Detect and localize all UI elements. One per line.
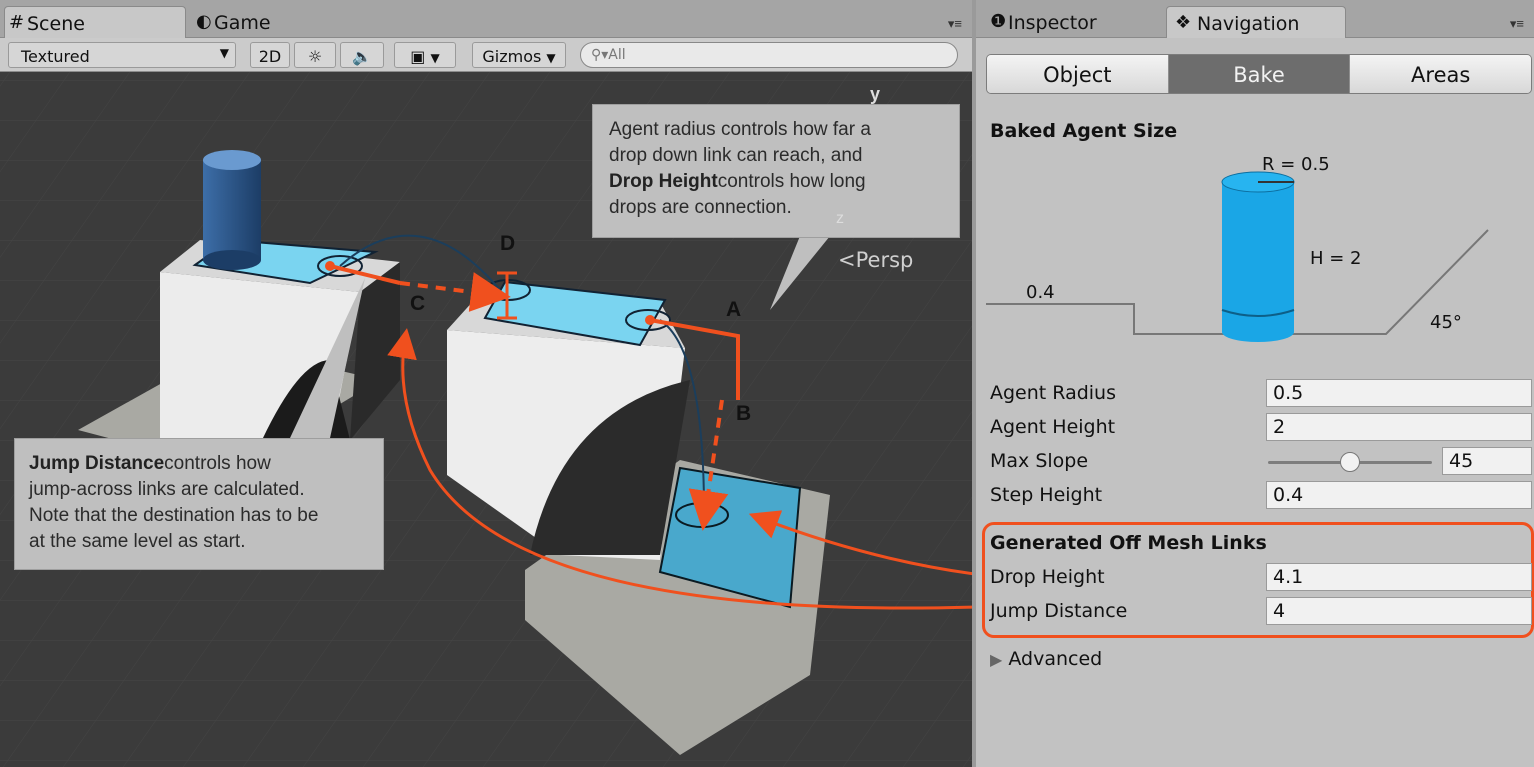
tab-inspector-label: Inspector (1008, 12, 1097, 34)
persp-arrow-icon: < (838, 248, 856, 272)
audio-toggle-button[interactable]: 🔈 (340, 42, 384, 68)
dropdown-arrow-icon: ▼ (430, 51, 440, 65)
diagram-agent-body (1222, 182, 1294, 332)
inspector-tabbar: ❶ Inspector ❖ Navigation ▾≡ (976, 0, 1534, 38)
draw-mode-label: Textured (21, 47, 90, 66)
effects-dropdown[interactable]: ▣ ▼ (394, 42, 456, 68)
generated-links-title: Generated Off Mesh Links (990, 532, 1267, 554)
label-b: B (736, 402, 752, 425)
callout-line: Agent radius controls how far a (609, 119, 871, 140)
tab-scene-label: Scene (27, 13, 85, 35)
sun-icon: ☼ (307, 47, 323, 66)
tab-navigation[interactable]: ❖ Navigation (1166, 6, 1346, 38)
label-c: C (410, 292, 426, 315)
baked-agent-size-title: Baked Agent Size (990, 120, 1178, 142)
tab-inspector[interactable]: ❶ Inspector (986, 6, 1156, 38)
agent-radius-callout: Agent radius controls how far a drop dow… (592, 104, 960, 238)
callout-line: Note that the destination has to be (29, 505, 319, 526)
scene-tabbar: # Scene ◐ Game ▾≡ (0, 0, 972, 38)
info-icon: ❶ (990, 11, 1007, 32)
image-icon: ▣ (410, 47, 426, 66)
agent-cylinder-top (203, 150, 261, 170)
jump-distance-callout: Jump Distancecontrols how jump-across li… (14, 438, 384, 570)
search-placeholder: All (608, 47, 626, 63)
callout-line: at the same level as start. (29, 531, 246, 552)
tab-game[interactable]: ◐ Game (192, 6, 332, 38)
diagram-step-label: 0.4 (1026, 282, 1055, 303)
scene-viewport[interactable]: Agent radius controls how far a drop dow… (0, 72, 972, 767)
toggle-2d-label: 2D (258, 47, 282, 66)
scene-toolbar: Textured ▼ 2D ☼ 🔈 ▣ ▼ Gizmos ▼ ⚲▾All (0, 38, 972, 72)
segment-areas[interactable]: Areas (1350, 55, 1531, 93)
speaker-icon: 🔈 (352, 47, 372, 66)
jump-start-dot (325, 261, 335, 271)
gizmos-dropdown[interactable]: Gizmos ▼ (472, 42, 566, 68)
tab-menu-icon[interactable]: ▾≡ (1510, 16, 1524, 32)
label-a: A (726, 298, 742, 321)
draw-mode-dropdown[interactable]: Textured ▼ (8, 42, 236, 68)
segment-bake[interactable]: Bake (1168, 55, 1351, 93)
foldout-arrow-icon: ▶ (990, 650, 1003, 669)
callout-line: controls how (164, 453, 271, 474)
drop-height-input[interactable]: 4.1 (1266, 563, 1532, 591)
tab-scene[interactable]: # Scene (4, 6, 186, 38)
agent-height-label: Agent Height (990, 416, 1116, 438)
callout-bold: Drop Height (609, 171, 718, 192)
callout-line: jump-across links are calculated. (29, 479, 305, 500)
advanced-label: Advanced (1008, 648, 1103, 670)
max-slope-input[interactable]: 45 (1442, 447, 1532, 475)
inspector-window: ❶ Inspector ❖ Navigation ▾≡ Object Bake … (972, 0, 1534, 767)
gizmos-label: Gizmos (482, 47, 542, 66)
max-slope-slider-knob[interactable] (1340, 452, 1360, 472)
agent-height-input[interactable]: 2 (1266, 413, 1532, 441)
agent-radius-label: Agent Radius (990, 382, 1116, 404)
dropdown-arrow-icon: ▼ (219, 46, 229, 60)
lighting-toggle-button[interactable]: ☼ (294, 42, 336, 68)
step-height-input[interactable]: 0.4 (1266, 481, 1532, 509)
tab-navigation-label: Navigation (1197, 13, 1300, 35)
toggle-2d-button[interactable]: 2D (250, 42, 290, 68)
pacman-icon: ◐ (196, 11, 212, 32)
diagram-radius-label: R = 0.5 (1262, 154, 1330, 175)
drop-height-label: Drop Height (990, 566, 1105, 588)
drop-start-dot (645, 315, 655, 325)
grid-icon: # (9, 12, 25, 33)
agent-radius-input[interactable]: 0.5 (1266, 379, 1532, 407)
navigation-icon: ❖ (1175, 12, 1192, 33)
agent-cylinder (203, 160, 261, 260)
search-icon: ⚲▾ (591, 47, 609, 63)
advanced-foldout[interactable]: ▶ Advanced (990, 648, 1102, 670)
max-slope-label: Max Slope (990, 450, 1089, 472)
jump-distance-input[interactable]: 4 (1266, 597, 1532, 625)
tab-game-label: Game (214, 12, 271, 34)
callout-line: drops are connection. (609, 197, 792, 218)
callout-line: drop down link can reach, and (609, 145, 863, 166)
navigation-mode-tabs: Object Bake Areas (986, 54, 1532, 94)
diagram-height-label: H = 2 (1310, 248, 1362, 269)
diagram-agent-bottom (1222, 322, 1294, 342)
persp-toggle[interactable]: <Persp (838, 248, 913, 272)
persp-label: Persp (855, 248, 914, 272)
axis-z-label: z (836, 210, 844, 227)
callout-line: controls how long (717, 171, 866, 192)
segment-object[interactable]: Object (987, 55, 1169, 93)
jump-distance-label: Jump Distance (990, 600, 1128, 622)
callout-bold: Jump Distance (29, 453, 165, 474)
agent-cylinder-bottom (203, 250, 261, 270)
axis-y-label: y (870, 84, 881, 104)
step-height-label: Step Height (990, 484, 1103, 506)
dropdown-arrow-icon: ▼ (546, 51, 556, 65)
diagram-slope-label: 45° (1430, 312, 1462, 333)
tab-menu-icon[interactable]: ▾≡ (948, 16, 962, 32)
scene-window: # Scene ◐ Game ▾≡ Textured ▼ 2D ☼ 🔈 ▣ ▼ … (0, 0, 972, 767)
scene-search-input[interactable]: ⚲▾All (580, 42, 958, 68)
label-d: D (500, 232, 516, 255)
